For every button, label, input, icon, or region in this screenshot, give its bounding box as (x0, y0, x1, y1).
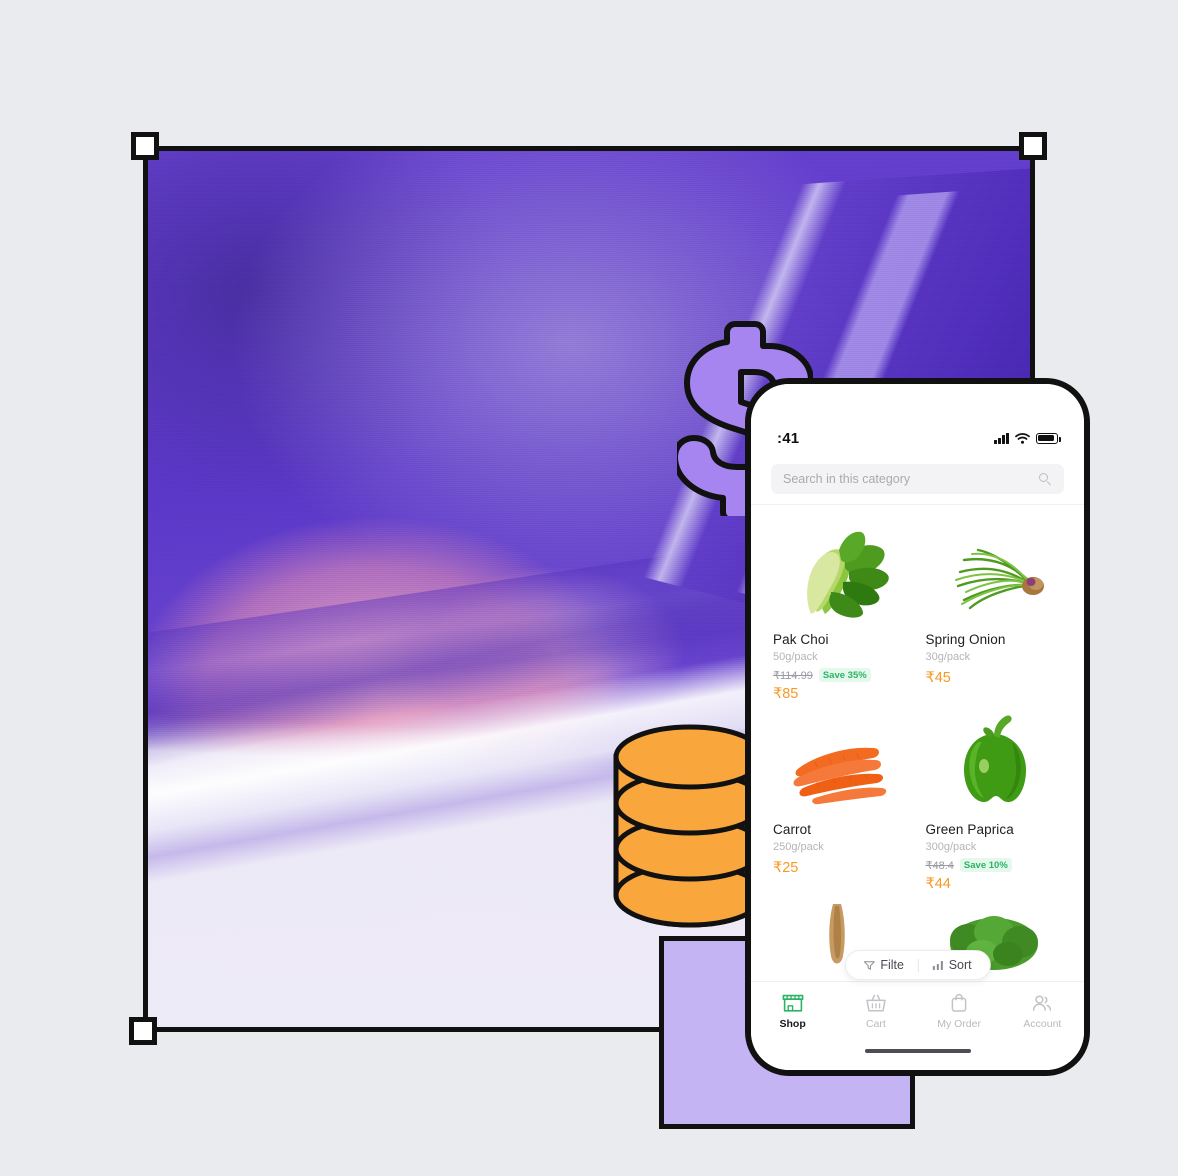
product-price: ₹45 (925, 670, 951, 686)
product-weight: 50g/pack (773, 651, 818, 663)
product-name: Carrot (773, 822, 812, 837)
product-name: Pak Choi (773, 632, 829, 647)
sort-button[interactable]: Sort (919, 958, 986, 972)
status-icons (994, 432, 1061, 444)
product-weight: 250g/pack (773, 841, 824, 853)
tab-label: Account (1023, 1017, 1062, 1030)
product-save-badge: Save 10% (959, 858, 1012, 872)
search-icon[interactable] (1039, 472, 1052, 486)
battery-icon (1036, 432, 1061, 444)
funnel-icon (863, 960, 875, 970)
cellular-signal-icon (994, 432, 1009, 444)
wifi-icon (1015, 432, 1030, 444)
selection-handle-top-left[interactable] (131, 132, 159, 160)
tab-my-order[interactable]: My Order (918, 993, 1001, 1030)
product-price: ₹85 (773, 686, 799, 702)
status-bar: :41 (751, 426, 1084, 450)
header-divider (751, 504, 1084, 505)
product-card[interactable]: Carrot 250g/pack ₹25 (773, 702, 910, 892)
tab-account[interactable]: Account (1001, 993, 1084, 1030)
product-image-green-paprica (926, 710, 1063, 818)
sort-bars-icon (932, 960, 943, 970)
selection-handle-top-right[interactable] (1019, 132, 1047, 160)
product-card[interactable]: Pak Choi 50g/pack ₹114.99 Save 35% ₹85 (773, 512, 910, 702)
home-indicator (864, 1048, 971, 1053)
product-card[interactable]: Green Paprica 300g/pack ₹48.4 Save 10% ₹… (926, 702, 1063, 892)
search-placeholder: Search in this category (783, 472, 911, 486)
product-old-price: ₹48.4 (925, 859, 954, 872)
product-price: ₹25 (773, 860, 799, 876)
people-icon (1033, 994, 1052, 1011)
product-name: Green Paprica (925, 822, 1014, 837)
bottom-tab-bar: Shop Cart My Order Account (751, 981, 1084, 1070)
product-weight: 30g/pack (925, 651, 971, 663)
product-card[interactable]: Spring Onion 30g/pack ₹45 (926, 512, 1063, 702)
product-old-price: ₹114.99 (773, 669, 813, 682)
product-image-pak-choi (773, 520, 910, 628)
sort-label: Sort (948, 958, 972, 972)
tab-label: Cart (865, 1017, 886, 1030)
tab-label: Shop (779, 1017, 806, 1030)
phone-mockup: :41 Search in this category Pak Choi 50g… (745, 378, 1090, 1076)
product-discount-row: ₹48.4 Save 10% (926, 858, 1063, 872)
product-image-carrot (773, 710, 910, 818)
product-discount-row: ₹114.99 Save 35% (773, 668, 910, 682)
product-save-badge: Save 35% (818, 668, 871, 682)
tab-label: My Order (937, 1017, 981, 1030)
product-weight: 300g/pack (925, 841, 977, 853)
product-grid: Pak Choi 50g/pack ₹114.99 Save 35% ₹85 S… (751, 512, 1084, 982)
tab-cart[interactable]: Cart (834, 993, 917, 1030)
product-name: Spring Onion (925, 632, 1006, 647)
filter-button[interactable]: Filte (849, 958, 918, 972)
canvas: :41 Search in this category Pak Choi 50g… (0, 0, 1178, 1176)
product-price: ₹44 (925, 876, 951, 892)
bag-icon (951, 993, 967, 1012)
status-time: :41 (777, 429, 800, 447)
product-image-spring-onion (926, 520, 1063, 628)
basket-icon (866, 994, 886, 1012)
filter-label: Filte (880, 958, 904, 972)
store-icon (782, 994, 804, 1012)
selection-handle-bottom-left[interactable] (129, 1017, 157, 1045)
search-input[interactable]: Search in this category (771, 464, 1064, 494)
search-bar-container: Search in this category (751, 464, 1084, 494)
tab-shop[interactable]: Shop (751, 993, 834, 1030)
filter-sort-pill: Filte Sort (844, 950, 991, 980)
